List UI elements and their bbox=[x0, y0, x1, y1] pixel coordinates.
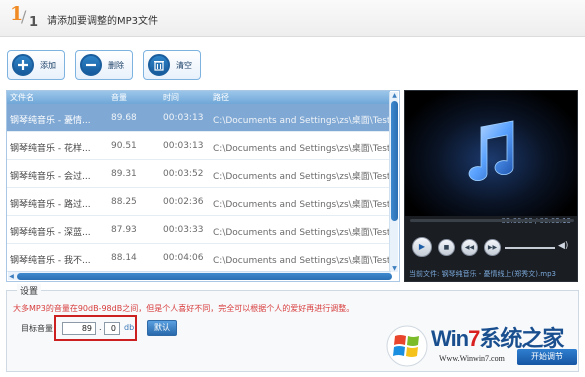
column-header-path[interactable]: 路径 bbox=[213, 92, 229, 103]
table-row[interactable]: 钢琴纯音乐 - 路过... 88.25 00:02:36 C:\Document… bbox=[7, 188, 391, 216]
decimal-point: . bbox=[99, 323, 102, 332]
next-icon[interactable]: ▶▶ bbox=[484, 239, 501, 256]
cell-path: C:\Documents and Settings\zs\桌面\Test\钢 bbox=[213, 116, 391, 126]
target-volume-integer-input[interactable]: 89 bbox=[62, 322, 96, 335]
play-icon[interactable]: ▶ bbox=[412, 237, 432, 257]
delete-button[interactable]: 删除 bbox=[75, 50, 133, 80]
cell-path: C:\Documents and Settings\zs\桌面\Test\钢 bbox=[213, 200, 391, 210]
speaker-icon[interactable]: ◀) bbox=[558, 241, 570, 253]
cell-volume: 88.14 bbox=[111, 253, 137, 263]
seek-bar[interactable] bbox=[410, 219, 574, 222]
column-header-volume[interactable]: 音量 bbox=[111, 92, 127, 103]
vertical-scroll-thumb[interactable] bbox=[391, 101, 398, 221]
highlight-box: 89 . 0 db bbox=[54, 315, 137, 341]
brand-suffix: 系统之家 bbox=[479, 326, 564, 351]
table-row[interactable]: 钢琴纯音乐 - 深蓝... 87.93 00:03:33 C:\Document… bbox=[7, 216, 391, 244]
default-button[interactable]: 默认 bbox=[147, 320, 177, 336]
delete-button-label: 删除 bbox=[108, 60, 124, 70]
cell-volume: 88.25 bbox=[111, 197, 137, 207]
scroll-left-icon[interactable]: ◀ bbox=[8, 273, 15, 280]
cell-path: C:\Documents and Settings\zs\桌面\Test\钢 bbox=[213, 144, 391, 154]
cell-name: 钢琴纯音乐 - 憂情... bbox=[10, 116, 91, 126]
cell-time: 00:03:33 bbox=[163, 225, 204, 235]
now-playing: 当前文件: 钢琴纯音乐 - 憂情线上(郑秀文).mp3 bbox=[409, 270, 556, 278]
scroll-up-icon[interactable]: ▲ bbox=[391, 92, 398, 99]
page-title: 请添加要调整的MP3文件 bbox=[47, 16, 159, 27]
clear-button-label: 清空 bbox=[176, 60, 192, 70]
file-list[interactable]: 文件名 音量 时间 路径 钢琴纯音乐 - 憂情... 89.68 00:03:1… bbox=[6, 90, 400, 282]
player-screen bbox=[405, 91, 577, 216]
cell-path: C:\Documents and Settings\zs\桌面\Test\钢 bbox=[213, 256, 391, 266]
previous-icon[interactable]: ◀◀ bbox=[461, 239, 478, 256]
cell-time: 00:04:06 bbox=[163, 253, 204, 263]
settings-title: 设置 bbox=[17, 284, 42, 297]
horizontal-scroll-thumb[interactable] bbox=[17, 273, 392, 280]
cell-name: 钢琴纯音乐 - 深蓝... bbox=[10, 228, 91, 238]
cell-name: 钢琴纯音乐 - 会过... bbox=[10, 172, 91, 182]
plus-icon bbox=[12, 54, 34, 76]
music-note-icon bbox=[468, 120, 514, 182]
watermark-url: Www.Winwin7.com bbox=[439, 354, 505, 363]
cell-name: 钢琴纯音乐 - 我不... bbox=[10, 256, 91, 266]
windows-logo-icon bbox=[386, 325, 428, 367]
list-header: 文件名 音量 时间 路径 bbox=[7, 91, 390, 104]
column-header-time[interactable]: 时间 bbox=[163, 92, 179, 103]
target-volume-label: 目标音量 bbox=[21, 324, 53, 333]
column-header-name[interactable]: 文件名 bbox=[10, 92, 34, 103]
scroll-down-icon[interactable]: ▼ bbox=[391, 265, 398, 272]
player-controls: ▶ ■ ◀◀ ▶▶ ◀) bbox=[405, 236, 577, 260]
volume-slider[interactable] bbox=[505, 247, 555, 249]
cell-time: 00:02:36 bbox=[163, 197, 204, 207]
stop-icon[interactable]: ■ bbox=[438, 239, 455, 256]
clear-button[interactable]: 清空 bbox=[143, 50, 201, 80]
media-player: 00:00:00 / 00:03:13 ▶ ■ ◀◀ ▶▶ ◀) 当前文件: 钢… bbox=[404, 90, 578, 282]
add-button[interactable]: 添加 bbox=[7, 50, 65, 80]
step-slash: / bbox=[21, 7, 27, 26]
cell-volume: 89.31 bbox=[111, 169, 137, 179]
vertical-scrollbar[interactable]: ▲ ▼ bbox=[389, 92, 398, 272]
step-indicator: 1 / 1 bbox=[10, 3, 38, 35]
cell-time: 00:03:13 bbox=[163, 113, 204, 123]
horizontal-scrollbar[interactable]: ◀ bbox=[8, 271, 392, 280]
watermark: Win7系统之家 Www.Winwin7.com bbox=[385, 318, 581, 374]
cell-time: 00:03:52 bbox=[163, 169, 204, 179]
cell-volume: 87.93 bbox=[111, 225, 137, 235]
target-volume-decimal-input[interactable]: 0 bbox=[104, 322, 120, 335]
cell-name: 钢琴纯音乐 - 路过... bbox=[10, 200, 91, 210]
db-unit-label: db bbox=[124, 323, 135, 332]
header: 1 / 1 请添加要调整的MP3文件 bbox=[0, 0, 585, 37]
table-row[interactable]: 钢琴纯音乐 - 憂情... 89.68 00:03:13 C:\Document… bbox=[7, 104, 391, 132]
cell-name: 钢琴纯音乐 - 花样... bbox=[10, 144, 91, 154]
cell-time: 00:03:13 bbox=[163, 141, 204, 151]
brand-seven: 7 bbox=[468, 326, 480, 351]
table-row[interactable]: 钢琴纯音乐 - 会过... 89.31 00:03:52 C:\Document… bbox=[7, 160, 391, 188]
settings-description: 大多MP3的音量在90dB-98dB之间，但是个人喜好不同，完全可以根据个人的爱… bbox=[13, 304, 355, 313]
minus-icon bbox=[80, 54, 102, 76]
cell-volume: 90.51 bbox=[111, 141, 137, 151]
table-row[interactable]: 钢琴纯音乐 - 花样... 90.51 00:03:13 C:\Document… bbox=[7, 132, 391, 160]
add-button-label: 添加 bbox=[40, 60, 56, 70]
step-total: 1 bbox=[29, 15, 39, 30]
start-adjust-button[interactable]: 开始调节 bbox=[517, 349, 577, 365]
cell-path: C:\Documents and Settings\zs\桌面\Test\钢 bbox=[213, 172, 391, 182]
cell-path: C:\Documents and Settings\zs\桌面\Test\钢 bbox=[213, 228, 391, 238]
trash-icon bbox=[148, 54, 170, 76]
table-row[interactable]: 钢琴纯音乐 - 我不... 88.14 00:04:06 C:\Document… bbox=[7, 244, 391, 272]
cell-volume: 89.68 bbox=[111, 113, 137, 123]
brand-prefix: Win bbox=[431, 326, 469, 351]
